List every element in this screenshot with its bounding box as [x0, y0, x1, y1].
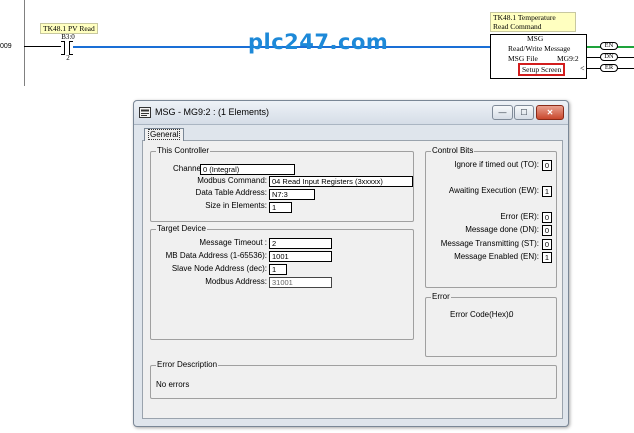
awaiting-execution-label: Awaiting Execution (EW): [448, 186, 539, 195]
minimize-button[interactable]: — [492, 105, 513, 120]
modbus-command-field[interactable]: 04 Read Input Registers (3xxxxx) [269, 176, 413, 187]
msg-file-value: MG9:2 [557, 54, 579, 63]
dialog-title: MSG - MG9:2 : (1 Elements) [155, 107, 270, 117]
lt-mark: < [580, 64, 585, 73]
message-transmitting-bit: 0 [542, 239, 552, 250]
msg-block-title: MSG [527, 34, 544, 43]
error-group: Error Error Code(Hex): 0 [425, 292, 557, 357]
message-done-bit: 0 [542, 225, 552, 236]
general-panel: This Controller Channel: 0 (Integral) Mo… [142, 140, 563, 419]
control-bits-label: Control Bits [431, 146, 475, 156]
input-bit: 2 [66, 54, 70, 62]
this-controller-group: This Controller Channel: 0 (Integral) Mo… [150, 146, 414, 222]
tab-general[interactable]: General [144, 128, 185, 141]
size-in-elements-label: Size in Elements: [205, 201, 267, 210]
message-timeout-field[interactable]: 2 [269, 238, 332, 249]
modbus-command-label: Modbus Command: [197, 176, 267, 185]
message-enabled-label: Message Enabled (EN): [454, 252, 539, 261]
error-code-label: Error Code(Hex): [450, 310, 511, 319]
slave-node-address-label: Slave Node Address (dec): [171, 264, 267, 273]
error-group-label: Error [431, 292, 451, 302]
rung-wire [24, 46, 61, 47]
error-description-group: Error Description No errors [150, 360, 557, 399]
message-done-label: Message done (DN): [465, 225, 539, 234]
msg-comment-line2: Read Command [493, 22, 542, 31]
awaiting-execution-bit: 1 [542, 186, 552, 197]
msg-file-label: MSG File [508, 54, 538, 63]
error-description-label: Error Description [156, 360, 219, 370]
target-device-label: Target Device [156, 224, 207, 234]
er-output: ER [600, 64, 618, 72]
size-in-elements-field[interactable]: 1 [269, 202, 292, 213]
ignore-timeout-bit[interactable]: 0 [542, 160, 552, 171]
msg-comment: TK48.1 Temperature Read Command [490, 12, 576, 32]
setup-screen-button[interactable]: Setup Screen [518, 63, 566, 76]
watermark: plc247.com [248, 30, 389, 54]
message-timeout-label: Message Timeout : [199, 238, 267, 247]
control-bits-group: Control Bits Ignore if timed out (TO): 0… [425, 146, 557, 288]
error-description-text: No errors [156, 380, 190, 389]
left-power-rail [24, 0, 25, 86]
msg-instruction-block[interactable]: MSG Read/Write Message MSG File MG9:2 Se… [490, 34, 587, 79]
error-code-value: 0 [509, 310, 514, 319]
modbus-address-field: 31001 [269, 277, 332, 288]
tab-general-label: General [148, 129, 181, 140]
msg-dialog: MSG - MG9:2 : (1 Elements) — ☐ ✕ General… [133, 100, 569, 427]
msg-type-label: Read/Write Message [508, 44, 571, 53]
en-output: EN [600, 42, 618, 50]
error-bit-label: Error (ER): [500, 212, 539, 221]
input-address: B3:0 [61, 33, 75, 41]
ignore-timeout-label: Ignore if timed out (TO): [454, 160, 539, 169]
close-button[interactable]: ✕ [536, 105, 564, 120]
message-transmitting-label: Message Transmitting (ST): [440, 239, 539, 248]
xic-contact[interactable] [61, 41, 73, 55]
slave-node-address-field[interactable]: 1 [269, 264, 287, 275]
error-bit: 0 [542, 212, 552, 223]
data-table-address-label: Data Table Address: [195, 188, 267, 197]
dn-output: DN [600, 53, 618, 61]
channel-field[interactable]: 0 (Integral) [200, 164, 295, 175]
message-enabled-bit: 1 [542, 252, 552, 263]
mb-data-address-label: MB Data Address (1-65536): [165, 251, 267, 260]
msg-app-icon [139, 107, 151, 118]
this-controller-label: This Controller [156, 146, 211, 156]
data-table-address-field[interactable]: N7:3 [269, 189, 315, 200]
mb-data-address-field[interactable]: 1001 [269, 251, 332, 262]
msg-comment-line1: TK48.1 Temperature [493, 13, 556, 22]
maximize-button[interactable]: ☐ [514, 105, 534, 120]
rung-number: 009 [0, 43, 12, 50]
modbus-address-label: Modbus Address: [205, 277, 267, 286]
target-device-group: Target Device Message Timeout : 2 MB Dat… [150, 224, 414, 340]
dialog-titlebar[interactable]: MSG - MG9:2 : (1 Elements) — ☐ ✕ [134, 101, 568, 125]
